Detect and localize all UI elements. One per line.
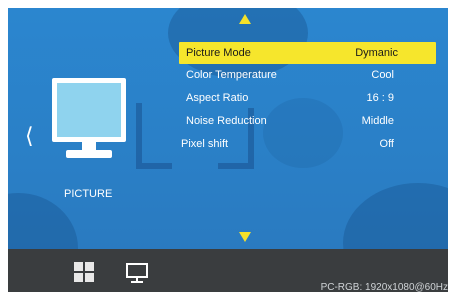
menu-item-label: Picture Mode xyxy=(186,47,251,59)
menu-item-picture-mode[interactable]: Picture Mode Dymanic xyxy=(179,42,436,64)
menu-item-pixel-shift[interactable]: Pixel shift Off xyxy=(179,133,436,156)
watermark-frame xyxy=(136,103,172,169)
menu-item-label: Color Temperature xyxy=(186,69,277,81)
down-arrow-icon[interactable] xyxy=(239,232,251,242)
menu-item-noise-reduction[interactable]: Noise Reduction Middle xyxy=(179,110,436,133)
menu-item-value: 16 : 9 xyxy=(366,92,394,104)
menu-item-value: Cool xyxy=(371,69,394,81)
settings-menu: Picture Mode Dymanic Color Temperature C… xyxy=(179,42,436,156)
section-label: PICTURE xyxy=(64,188,113,200)
menu-item-value: Middle xyxy=(361,115,394,127)
source-info: PC-RGB: 1920x1080@60Hz xyxy=(320,282,448,292)
monitor-icon xyxy=(52,78,126,160)
menu-item-aspect-ratio[interactable]: Aspect Ratio 16 : 9 xyxy=(179,87,436,110)
up-arrow-icon[interactable] xyxy=(239,14,251,24)
osd-screen: ⟨ PICTURE Picture Mode Dymanic Color Tem… xyxy=(8,8,448,292)
menu-item-label: Aspect Ratio xyxy=(186,92,249,104)
menu-item-value: Dymanic xyxy=(355,47,398,59)
menu-item-value: Off xyxy=(379,138,394,150)
grid-icon[interactable] xyxy=(74,262,94,282)
menu-item-label: Noise Reduction xyxy=(186,115,267,127)
menu-item-color-temperature[interactable]: Color Temperature Cool xyxy=(179,64,436,87)
chevron-left-icon[interactable]: ⟨ xyxy=(25,126,34,148)
menu-item-label: Pixel shift xyxy=(181,138,229,150)
bottom-bar: PC-RGB: 1920x1080@60Hz xyxy=(8,249,448,292)
pc-icon[interactable] xyxy=(126,263,148,283)
